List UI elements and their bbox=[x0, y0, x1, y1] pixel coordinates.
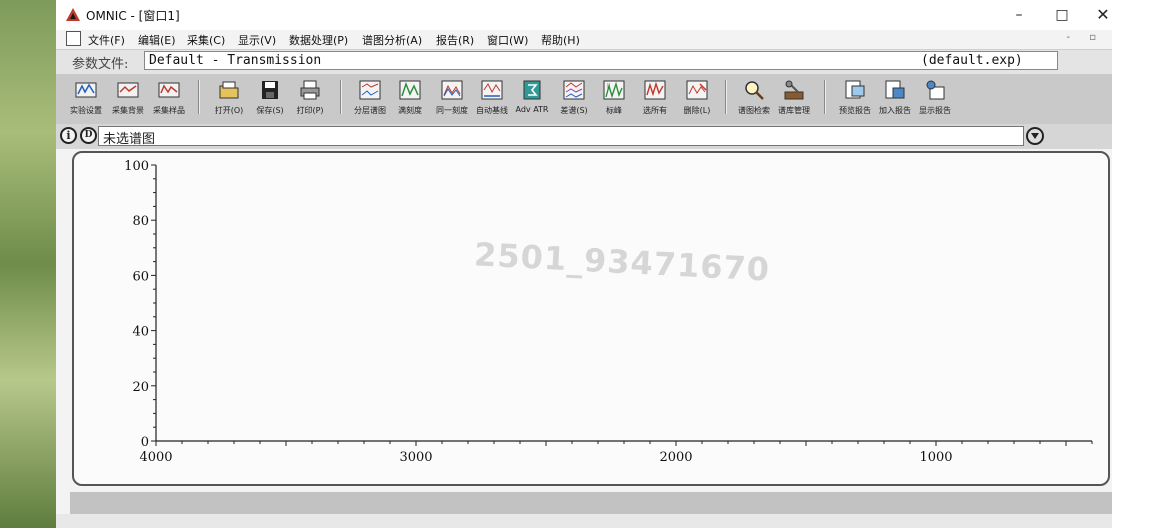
spectrum-select-value: 未选谱图 bbox=[103, 132, 156, 147]
toolbar-label: 谱库管理 bbox=[778, 106, 810, 115]
spectrum-select[interactable]: 未选谱图 bbox=[98, 126, 1024, 147]
y-tick-label: 80 bbox=[132, 214, 149, 229]
add-report-icon bbox=[885, 80, 905, 99]
menu-report[interactable]: 报告(R) bbox=[436, 32, 474, 48]
delete-icon bbox=[686, 80, 708, 100]
window-title: OMNIC - [窗口1] bbox=[86, 9, 180, 23]
menu-window[interactable]: 窗口(W) bbox=[487, 32, 528, 48]
menu-file[interactable]: 文件(F) bbox=[88, 32, 125, 48]
maximize-button[interactable]: □ bbox=[1039, 2, 1085, 28]
spectrum-plot-panel[interactable]: 100 80 60 40 20 0 4000 3000 2000 1000 2501_934716… bbox=[72, 151, 1110, 486]
status-bar bbox=[70, 492, 1112, 514]
menu-bar: 文件(F) 编辑(E) 采集(C) 显示(V) 数据处理(P) 谱图分析(A) … bbox=[56, 30, 1112, 49]
delete-button[interactable]: 删除(L) bbox=[675, 78, 719, 120]
info-icon[interactable]: i bbox=[60, 127, 77, 144]
select-all-icon bbox=[644, 80, 666, 100]
x-tick-label: 3000 bbox=[399, 450, 432, 465]
save-icon bbox=[262, 81, 278, 99]
bottom-strip bbox=[56, 514, 1112, 528]
y-tick-label: 60 bbox=[132, 269, 149, 284]
chevron-down-icon[interactable] bbox=[1026, 127, 1044, 145]
menu-analyze[interactable]: 谱图分析(A) bbox=[362, 32, 422, 48]
y-tick-label: 100 bbox=[124, 159, 149, 174]
experiment-setup-icon bbox=[75, 82, 97, 98]
svg-text:||: || bbox=[607, 83, 611, 89]
desktop-background bbox=[0, 0, 56, 528]
open-icon bbox=[219, 81, 239, 99]
document-icon[interactable] bbox=[66, 31, 81, 46]
print-icon bbox=[300, 80, 320, 100]
toolbar: 实验设置 采集背景 采集样品 打开(O) 保存(S) 打印(P) 分层谱图 满刻… bbox=[56, 74, 1112, 125]
spectrum-plot[interactable]: 100 80 60 40 20 04000 3000 2000 1000 bbox=[74, 153, 1108, 484]
display-icon[interactable]: D bbox=[80, 127, 97, 144]
show-report-icon bbox=[926, 80, 945, 100]
toolbar-label: 删除(L) bbox=[683, 106, 711, 115]
menu-help[interactable]: 帮助(H) bbox=[541, 32, 580, 48]
x-tick-label: 2000 bbox=[659, 450, 692, 465]
parameter-file: (default.exp) bbox=[921, 53, 1023, 68]
y-tick-label: 20 bbox=[132, 380, 149, 395]
auto-baseline-icon bbox=[481, 80, 503, 100]
menu-process[interactable]: 数据处理(P) bbox=[289, 32, 348, 48]
y-tick-label: 0 bbox=[141, 435, 149, 450]
minimize-button[interactable]: – bbox=[996, 2, 1042, 28]
desktop-background-right bbox=[1112, 0, 1167, 528]
y-tick-label: 40 bbox=[132, 325, 149, 340]
spectrum-selection-bar: i D 未选谱图 bbox=[56, 124, 1112, 149]
adv-atr-icon bbox=[523, 80, 541, 100]
collect-background-icon bbox=[117, 82, 139, 98]
full-scale-icon bbox=[399, 80, 421, 100]
collect-sample-icon bbox=[158, 82, 180, 98]
parameter-value: Default - Transmission bbox=[149, 53, 322, 68]
parameter-label: 参数文件: bbox=[72, 57, 129, 72]
library-manager-icon bbox=[784, 80, 804, 100]
mdi-window-controls[interactable]: - ▫ bbox=[1066, 32, 1104, 43]
parameter-bar: 参数文件: Default - Transmission (default.ex… bbox=[56, 49, 1112, 75]
stack-spectra-icon bbox=[359, 80, 381, 100]
search-library-icon bbox=[745, 81, 764, 100]
parameter-select[interactable]: Default - Transmission (default.exp) ▼ bbox=[144, 51, 1058, 70]
x-tick-label: 1000 bbox=[919, 450, 952, 465]
omnic-logo-icon bbox=[66, 8, 80, 21]
close-button[interactable]: ✕ bbox=[1080, 2, 1112, 28]
common-scale-icon bbox=[441, 80, 463, 100]
x-tick-label: 4000 bbox=[139, 450, 172, 465]
menu-view[interactable]: 显示(V) bbox=[238, 32, 276, 48]
toolbar-label: 显示报告 bbox=[919, 106, 951, 115]
title-bar: OMNIC - [窗口1] – □ ✕ bbox=[56, 0, 1112, 30]
toolbar-separator bbox=[198, 80, 200, 114]
print-button[interactable]: 打印(P) bbox=[288, 78, 332, 120]
menu-collect[interactable]: 采集(C) bbox=[187, 32, 225, 48]
menu-edit[interactable]: 编辑(E) bbox=[138, 32, 176, 48]
preview-report-icon bbox=[845, 80, 865, 99]
show-report-button[interactable]: 显示报告 bbox=[913, 78, 957, 120]
toolbar-label: 打印(P) bbox=[296, 106, 324, 115]
find-peaks-icon: || bbox=[603, 80, 625, 100]
omnic-window: OMNIC - [窗口1] – □ ✕ 文件(F) 编辑(E) 采集(C) 显示… bbox=[56, 0, 1112, 528]
toolbar-separator bbox=[824, 80, 826, 114]
subtract-icon bbox=[563, 80, 585, 100]
collect-sample-button[interactable]: 采集样品 bbox=[147, 78, 191, 120]
library-manager-button[interactable]: 谱库管理 bbox=[772, 78, 816, 120]
toolbar-label: 采集样品 bbox=[153, 106, 185, 115]
